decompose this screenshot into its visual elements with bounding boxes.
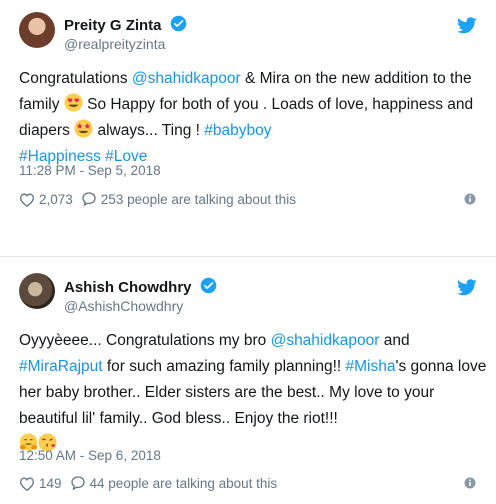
like-heart-icon[interactable]	[19, 192, 35, 207]
author-name-text[interactable]: Preity G Zinta	[64, 17, 162, 34]
twitter-bird-icon[interactable]	[457, 279, 477, 296]
tweet-timestamp[interactable]: 12:50 AM - Sep 6, 2018	[19, 448, 161, 463]
tweet-text: Congratulations @shahidkapoor & Mira on …	[19, 66, 489, 170]
talking-count[interactable]: 44 people are talking about this	[90, 476, 278, 491]
verified-badge-icon	[170, 15, 186, 32]
tweet-timestamp[interactable]: 11:28 PM - Sep 5, 2018	[19, 163, 161, 178]
reply-bubble-icon[interactable]	[81, 191, 97, 207]
tweet-separator	[0, 226, 496, 256]
mention-link[interactable]: @shahidkapoor	[271, 332, 380, 349]
like-heart-icon[interactable]	[19, 476, 35, 491]
text-fragment: always... Ting !	[93, 122, 205, 139]
avatar[interactable]	[19, 273, 55, 309]
author-name-text[interactable]: Ashish Chowdhry	[64, 279, 192, 296]
tweet-text: Oyyyèeee... Congratulations my bro @shah…	[19, 328, 489, 458]
reply-bubble-icon[interactable]	[70, 475, 86, 491]
author-name[interactable]: Ashish Chowdhry	[64, 277, 217, 296]
hashtag-link[interactable]: #MiraRajput	[19, 358, 103, 375]
star-struck-emoji-icon	[74, 119, 93, 138]
verified-badge-icon	[200, 277, 216, 294]
talking-count[interactable]: 253 people are talking about this	[101, 192, 296, 207]
like-count[interactable]: 149	[39, 476, 62, 491]
text-fragment: Oyyyèeee... Congratulations my bro	[19, 332, 271, 349]
avatar[interactable]	[19, 12, 55, 48]
hashtag-link[interactable]: #babyboy	[204, 122, 271, 139]
text-fragment: Congratulations	[19, 70, 132, 87]
info-icon[interactable]	[464, 193, 476, 205]
heart-eyes-emoji-icon	[64, 93, 83, 112]
info-icon[interactable]	[464, 477, 476, 489]
tweet-actions: 2,073 253 people are talking about this	[19, 191, 296, 207]
author-handle[interactable]: @realpreityzinta	[64, 36, 165, 52]
hashtag-link[interactable]: #Misha	[346, 358, 396, 375]
author-handle[interactable]: @AshishChowdhry	[64, 298, 183, 314]
tweet-card-1[interactable]: Preity G Zinta @realpreityzinta Congratu…	[0, 0, 496, 227]
like-count[interactable]: 2,073	[39, 192, 73, 207]
text-fragment: for such amazing family planning!!	[102, 358, 346, 375]
twitter-bird-icon[interactable]	[457, 17, 477, 34]
author-name[interactable]: Preity G Zinta	[64, 15, 187, 34]
tweet-actions: 149 44 people are talking about this	[19, 475, 277, 491]
text-fragment: and	[379, 332, 410, 349]
mention-link[interactable]: @shahidkapoor	[132, 70, 241, 87]
